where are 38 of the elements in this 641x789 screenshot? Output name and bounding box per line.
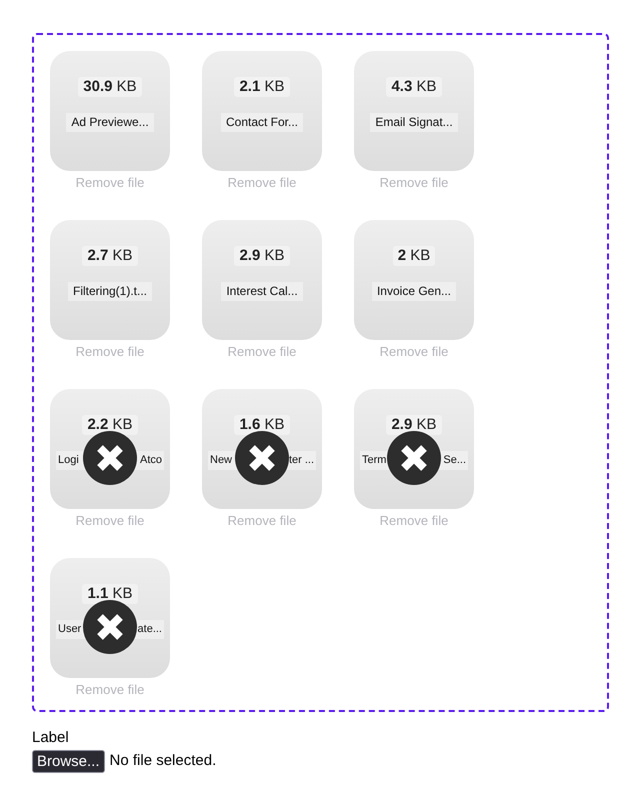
file-name: Se... bbox=[443, 453, 466, 468]
remove-link[interactable]: Remove file bbox=[380, 173, 448, 192]
remove-link[interactable]: Remove file bbox=[228, 342, 296, 362]
file-size: 2 KB bbox=[392, 246, 436, 266]
file-size: 2.9 KB bbox=[386, 415, 442, 435]
file-name: Logi bbox=[58, 453, 79, 468]
file-size: 1.1 KB bbox=[82, 584, 138, 604]
file-name: Atco bbox=[140, 453, 162, 468]
file-name: ate... bbox=[138, 622, 162, 637]
file-size: 1.6 KB bbox=[234, 415, 290, 435]
file-name: Contact For... bbox=[220, 113, 304, 132]
remove-link[interactable]: Remove file bbox=[76, 173, 144, 192]
remove-link[interactable]: Remove file bbox=[380, 342, 448, 362]
file-name: Filtering(1).t... bbox=[68, 282, 152, 301]
file-name: ter ... bbox=[288, 453, 314, 468]
remove-link[interactable]: Remove file bbox=[228, 173, 296, 192]
file-name: User bbox=[58, 622, 82, 637]
file-size: 2.2 KB bbox=[82, 415, 138, 435]
file-size: 4.3 KB bbox=[386, 77, 442, 97]
remove-link[interactable]: Remove file bbox=[76, 511, 144, 530]
remove-link[interactable]: Remove file bbox=[76, 680, 144, 700]
file-name: Email Signat... bbox=[370, 113, 458, 132]
browse-button[interactable]: Browse... bbox=[32, 750, 105, 773]
file-name: Invoice Gen... bbox=[372, 282, 456, 301]
file-name: Ad Previewe... bbox=[66, 113, 154, 132]
file-size: 30.9 KB bbox=[78, 77, 142, 97]
remove-link[interactable]: Remove file bbox=[228, 511, 296, 530]
file-size: 2.1 KB bbox=[234, 77, 290, 97]
file-size: 2.7 KB bbox=[82, 246, 138, 266]
file-status: No file selected. bbox=[110, 751, 216, 772]
file-name: New bbox=[210, 453, 232, 468]
remove-link[interactable]: Remove file bbox=[76, 342, 144, 362]
file-name: Interest Cal... bbox=[221, 282, 303, 301]
file-size: 2.9 KB bbox=[234, 246, 290, 266]
drop-zone[interactable] bbox=[32, 33, 609, 712]
file-name: Term bbox=[362, 453, 386, 468]
field-label: Label bbox=[32, 729, 70, 747]
remove-link[interactable]: Remove file bbox=[380, 511, 448, 530]
